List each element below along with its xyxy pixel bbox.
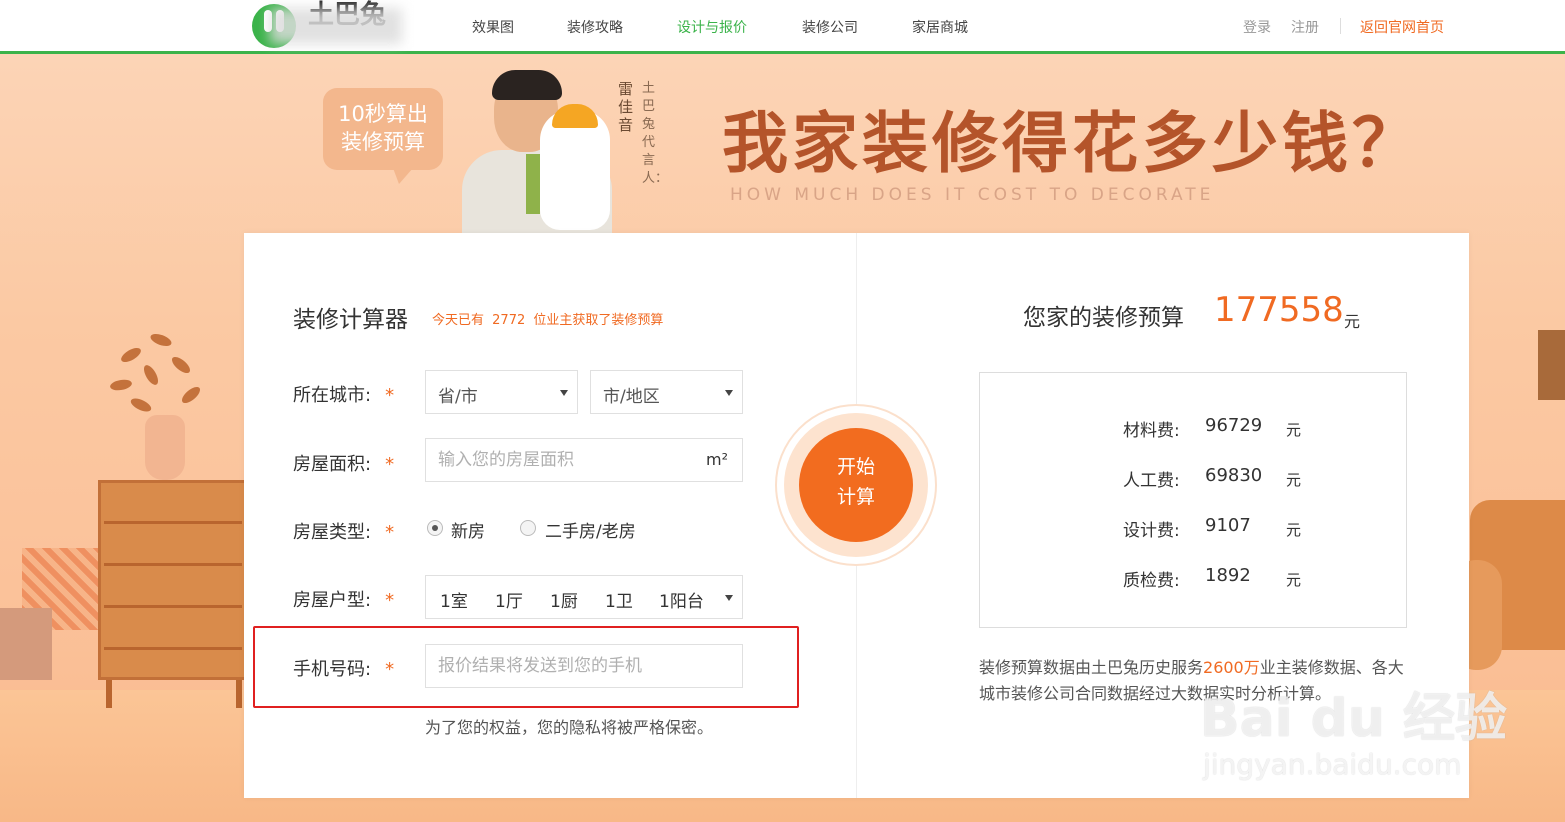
chevron-down-icon	[725, 390, 733, 396]
radio-old-house[interactable]	[520, 520, 536, 536]
note-prefix: 装修预算数据由土巴兔历史服务	[979, 658, 1204, 677]
city-label: 所在城市: *	[293, 381, 394, 407]
radio-new-house[interactable]	[427, 520, 443, 536]
fee-value-inspection: 1892	[1205, 565, 1251, 586]
nav-item-guides[interactable]: 装修攻略	[567, 17, 623, 37]
spokesperson-hair	[492, 70, 562, 100]
layout-rooms[interactable]: 1室	[440, 587, 468, 612]
phone-highlight-box	[253, 626, 799, 708]
fee-unit-material: 元	[1286, 421, 1302, 439]
layout-bathrooms[interactable]: 1卫	[605, 587, 633, 612]
start-line-2: 计算	[836, 486, 875, 508]
fee-label-design: 设计费:	[1123, 521, 1180, 541]
required-mark: *	[385, 590, 395, 611]
fee-unit-design: 元	[1286, 521, 1302, 539]
chevron-down-icon	[725, 595, 733, 601]
area-field: m²	[425, 438, 743, 482]
layout-select[interactable]: 1室 1厅 1厨 1卫 1阳台	[425, 575, 743, 619]
nav-item-renderings[interactable]: 效果图	[472, 17, 514, 37]
area-unit: m²	[706, 450, 728, 469]
layout-label-text: 房屋户型:	[293, 590, 372, 611]
speech-line-1: 10秒算出	[338, 102, 428, 126]
city-value: 市/地区	[603, 387, 660, 407]
banner-subline: HOW MUCH DOES IT COST TO DECORATE	[730, 185, 1215, 205]
logo-blur-mask	[270, 8, 402, 44]
province-select[interactable]: 省/市	[425, 370, 578, 414]
dresser-leg	[236, 680, 242, 708]
speech-line-2: 装修预算	[341, 130, 425, 154]
vase-decor	[145, 415, 185, 480]
area-label-text: 房屋面积:	[293, 454, 372, 475]
owner-count: 2772	[492, 313, 526, 328]
fee-value-labor: 69830	[1205, 465, 1263, 486]
fee-label-material: 材料费:	[1123, 421, 1180, 441]
result-unit: 元	[1344, 312, 1361, 331]
fee-label-labor: 人工费:	[1123, 471, 1180, 491]
dresser-leg	[106, 680, 112, 708]
baidu-watermark-url: jingyan.baidu.com	[1203, 748, 1462, 781]
province-value: 省/市	[438, 387, 478, 407]
layout-balconies[interactable]: 1阳台	[659, 587, 704, 612]
note-highlight: 2600万	[1203, 658, 1260, 677]
nav-item-mall[interactable]: 家居商城	[912, 17, 968, 37]
start-line-1: 开始	[836, 456, 875, 478]
home-link[interactable]: 返回官网首页	[1360, 17, 1444, 37]
fee-value-material: 96729	[1205, 415, 1263, 436]
baidu-watermark: Bai du 经验	[1200, 689, 1507, 749]
radio-label-old-house[interactable]: 二手房/老房	[545, 517, 636, 542]
login-link[interactable]: 登录	[1243, 17, 1271, 37]
spokesperson-tie	[526, 154, 540, 214]
fee-label-inspection: 质检费:	[1123, 571, 1180, 591]
top-nav: 土巴兔 效果图 装修攻略 设计与报价 装修公司 家居商城 登录 注册 返回官网首…	[0, 0, 1565, 54]
city-label-text: 所在城市:	[293, 385, 372, 406]
chevron-down-icon	[560, 390, 568, 396]
required-mark: *	[385, 522, 395, 543]
radio-label-new-house[interactable]: 新房	[451, 517, 485, 542]
picture-frame-decor	[1538, 330, 1565, 400]
speech-bubble: 10秒算出 装修预算	[323, 88, 443, 184]
spokesperson-role: 土巴兔代言人：	[642, 81, 669, 186]
register-link[interactable]: 注册	[1291, 17, 1319, 37]
fee-value-design: 9107	[1205, 515, 1251, 536]
layout-halls[interactable]: 1厅	[495, 587, 523, 612]
subtitle-suffix: 位业主获取了装修预算	[533, 313, 664, 328]
layout-label: 房屋户型: *	[293, 586, 394, 612]
type-label: 房屋类型: *	[293, 518, 394, 544]
required-mark: *	[385, 454, 395, 475]
calculator-subtitle: 今天已有 2772 位业主获取了装修预算	[432, 309, 663, 328]
calculator-title: 装修计算器	[293, 307, 408, 333]
spokesperson-name: 雷佳音	[618, 80, 634, 134]
rabbit-mascot-image	[540, 110, 610, 230]
start-calculate-button[interactable]: 开始 计算	[799, 428, 913, 542]
subtitle-prefix: 今天已有	[432, 313, 485, 328]
type-label-text: 房屋类型:	[293, 522, 372, 543]
required-mark: *	[385, 385, 395, 406]
nav-divider	[1340, 18, 1341, 34]
site-logo[interactable]: 土巴兔	[250, 0, 402, 50]
box-decor	[0, 608, 52, 680]
area-label: 房屋面积: *	[293, 450, 394, 476]
city-select[interactable]: 市/地区	[590, 370, 743, 414]
nav-item-companies[interactable]: 装修公司	[802, 17, 858, 37]
fee-unit-labor: 元	[1286, 471, 1302, 489]
fee-breakdown-box	[979, 372, 1407, 628]
privacy-note: 为了您的权益，您的隐私将被严格保密。	[425, 718, 714, 737]
result-title: 您家的装修预算	[1023, 305, 1184, 331]
area-input[interactable]	[438, 439, 698, 481]
dresser-decor	[98, 480, 248, 680]
banner-headline: 我家装修得花多少钱？	[722, 105, 1422, 182]
layout-kitchens[interactable]: 1厨	[550, 587, 578, 612]
fee-unit-inspection: 元	[1286, 571, 1302, 589]
nav-item-design-quote[interactable]: 设计与报价	[677, 17, 747, 37]
result-total: 177558	[1214, 290, 1344, 330]
